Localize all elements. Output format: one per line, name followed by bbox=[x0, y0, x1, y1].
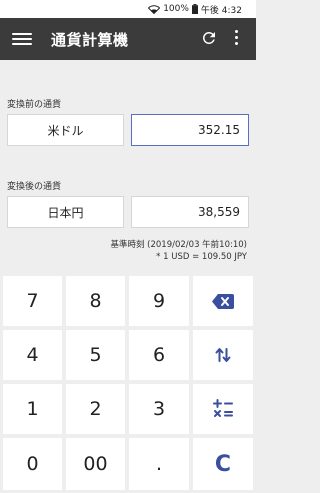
battery-percent: 100% bbox=[163, 4, 189, 14]
key-00[interactable]: 00 bbox=[66, 438, 125, 490]
key-4[interactable]: 4 bbox=[3, 330, 62, 380]
wifi-icon bbox=[148, 4, 161, 14]
rate-formula: * 1 USD = 109.50 JPY bbox=[156, 252, 247, 262]
from-currency-label: 変換前の通貨 bbox=[7, 100, 62, 110]
to-currency-selector[interactable]: 日本円 bbox=[7, 196, 124, 228]
to-amount-field: 38,559 bbox=[131, 196, 249, 228]
key-1[interactable]: 1 bbox=[3, 384, 62, 434]
backspace-icon bbox=[212, 293, 234, 309]
key-5[interactable]: 5 bbox=[66, 330, 125, 380]
calculator-button[interactable] bbox=[193, 384, 253, 434]
key-2[interactable]: 2 bbox=[66, 384, 125, 434]
swap-arrows-icon bbox=[215, 348, 231, 362]
from-amount-field[interactable]: 352.15 bbox=[131, 114, 249, 146]
battery-icon bbox=[191, 4, 198, 14]
rate-timestamp: 基準時刻 (2019/02/03 午前10:10) bbox=[110, 240, 247, 250]
key-9[interactable]: 9 bbox=[129, 276, 189, 326]
app-bar: 通貨計算機 bbox=[0, 18, 256, 60]
calculator-operators-icon bbox=[213, 399, 233, 417]
key-decimal[interactable]: . bbox=[129, 438, 189, 490]
clock: 午後 4:32 bbox=[200, 5, 242, 16]
clear-button[interactable]: C bbox=[193, 438, 253, 490]
swap-currencies-button[interactable] bbox=[193, 330, 253, 380]
hamburger-menu-icon[interactable] bbox=[12, 33, 32, 45]
status-bar: 100% 午後 4:32 bbox=[0, 0, 256, 18]
backspace-key[interactable] bbox=[193, 276, 253, 326]
more-vert-icon[interactable] bbox=[235, 30, 239, 45]
key-0[interactable]: 0 bbox=[3, 438, 62, 490]
from-currency-selector[interactable]: 米ドル bbox=[7, 114, 124, 146]
key-8[interactable]: 8 bbox=[66, 276, 125, 326]
to-currency-label: 変換後の通貨 bbox=[7, 182, 62, 192]
key-7[interactable]: 7 bbox=[3, 276, 62, 326]
keypad: 7 8 9 4 5 6 1 2 3 0 00 . C bbox=[0, 273, 256, 493]
key-6[interactable]: 6 bbox=[129, 330, 189, 380]
app-title: 通貨計算機 bbox=[51, 30, 129, 49]
key-3[interactable]: 3 bbox=[129, 384, 189, 434]
refresh-icon[interactable] bbox=[200, 29, 218, 47]
